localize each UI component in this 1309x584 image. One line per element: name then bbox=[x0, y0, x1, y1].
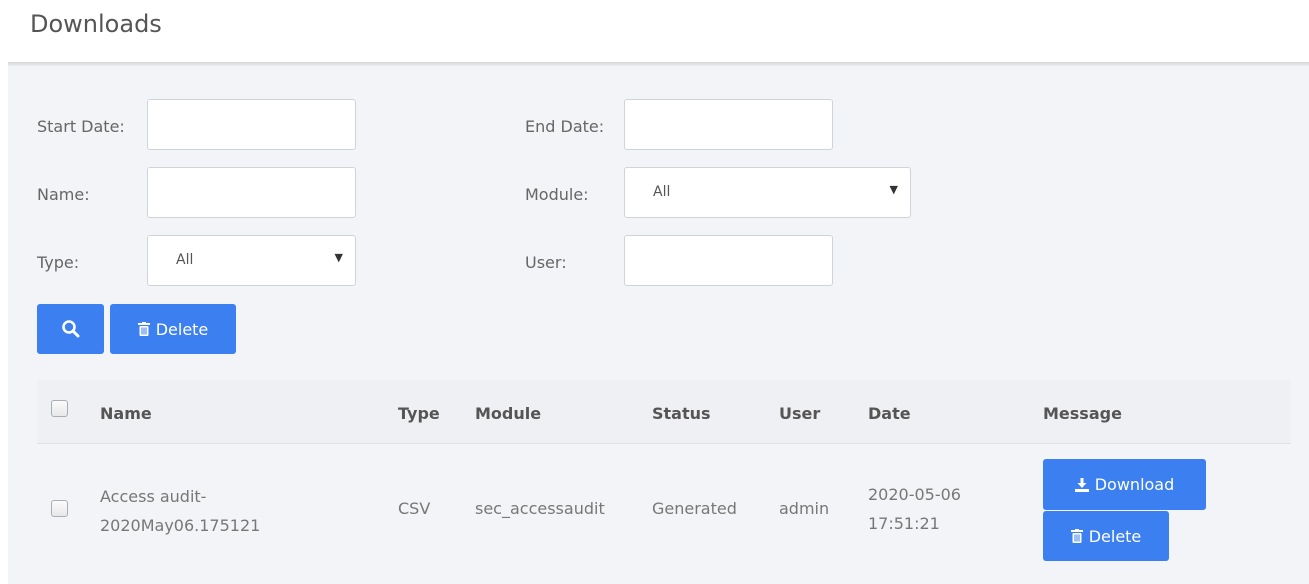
column-header-user[interactable]: User bbox=[779, 404, 820, 423]
column-header-date[interactable]: Date bbox=[868, 404, 911, 423]
row-type: CSV bbox=[398, 499, 431, 518]
start-date-label: Start Date: bbox=[37, 117, 125, 136]
type-select-value: All bbox=[176, 252, 194, 268]
column-header-name[interactable]: Name bbox=[100, 404, 152, 423]
column-header-status[interactable]: Status bbox=[652, 404, 711, 423]
row-delete-button-label: Delete bbox=[1088, 526, 1142, 546]
delete-button[interactable]: Delete bbox=[110, 304, 236, 354]
row-date: 2020-05-06 17:51:21 bbox=[868, 480, 961, 538]
page-title: Downloads bbox=[30, 10, 162, 38]
module-label: Module: bbox=[525, 185, 589, 204]
row-status: Generated bbox=[652, 499, 737, 518]
trash-icon bbox=[1070, 529, 1083, 543]
column-header-message[interactable]: Message bbox=[1043, 404, 1122, 423]
end-date-input[interactable] bbox=[624, 99, 833, 150]
chevron-down-icon: ▼ bbox=[889, 183, 898, 196]
start-date-input[interactable] bbox=[147, 99, 356, 150]
row-delete-button[interactable]: Delete bbox=[1043, 511, 1169, 561]
column-header-type[interactable]: Type bbox=[398, 404, 440, 423]
user-input[interactable] bbox=[624, 235, 833, 286]
search-icon bbox=[61, 319, 81, 339]
row-checkbox[interactable] bbox=[51, 500, 68, 517]
select-all-checkbox[interactable] bbox=[51, 400, 68, 417]
module-select-value: All bbox=[653, 184, 671, 200]
download-button-label: Download bbox=[1094, 475, 1175, 494]
row-date-line2: 17:51:21 bbox=[868, 514, 940, 533]
module-select[interactable]: All ▼ bbox=[624, 167, 911, 218]
row-name-line1: Access audit- bbox=[100, 487, 207, 506]
row-module: sec_accessaudit bbox=[475, 499, 605, 518]
trash-icon bbox=[137, 322, 150, 336]
delete-button-label: Delete bbox=[155, 319, 209, 339]
column-header-module[interactable]: Module bbox=[475, 404, 541, 423]
type-label: Type: bbox=[37, 253, 80, 272]
end-date-label: End Date: bbox=[525, 117, 605, 136]
user-label: User: bbox=[525, 253, 567, 272]
download-icon bbox=[1074, 477, 1089, 492]
chevron-down-icon: ▼ bbox=[334, 251, 343, 264]
row-user: admin bbox=[779, 499, 830, 518]
search-button[interactable] bbox=[37, 304, 104, 354]
name-label: Name: bbox=[37, 185, 90, 204]
download-button[interactable]: Download bbox=[1043, 459, 1206, 510]
row-name: Access audit- 2020May06.175121 bbox=[100, 482, 260, 540]
row-date-line1: 2020-05-06 bbox=[868, 485, 961, 504]
type-select[interactable]: All ▼ bbox=[147, 235, 356, 286]
name-input[interactable] bbox=[147, 167, 356, 218]
row-name-line2: 2020May06.175121 bbox=[100, 516, 261, 535]
page-header: Downloads bbox=[0, 0, 1309, 62]
